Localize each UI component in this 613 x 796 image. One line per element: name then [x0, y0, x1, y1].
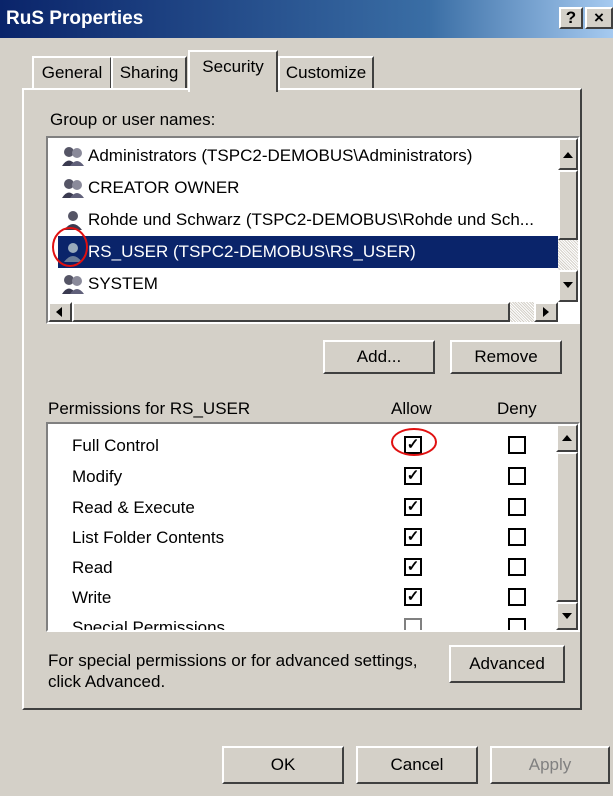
user-name: Administrators (TSPC2-DEMOBUS\Administra…: [88, 146, 473, 165]
list-item[interactable]: CREATOR OWNER: [58, 172, 558, 204]
groups-label: Group or user names:: [50, 110, 216, 129]
allow-header: Allow: [391, 399, 432, 418]
list-item[interactable]: SYSTEM: [58, 268, 558, 300]
deny-checkbox[interactable]: [508, 467, 526, 485]
user-name: RS_USER (TSPC2-DEMOBUS\RS_USER): [88, 242, 416, 261]
allow-checkbox[interactable]: ✓: [404, 558, 422, 576]
arrow-up-icon: [563, 152, 573, 158]
advanced-hint: For special permissions or for advanced …: [48, 651, 418, 691]
permission-name: Write: [72, 588, 112, 607]
group-icon: [62, 275, 84, 294]
list-item[interactable]: Rohde und Schwarz (TSPC2-DEMOBUS\Rohde u…: [58, 204, 558, 236]
arrow-up-icon: [562, 435, 572, 441]
arrow-down-icon: [563, 282, 573, 288]
user-name: Rohde und Schwarz (TSPC2-DEMOBUS\Rohde u…: [88, 210, 534, 229]
allow-checkbox[interactable]: ✓: [404, 498, 422, 516]
arrow-down-icon: [562, 613, 572, 619]
permissions-label: Permissions for RS_USER: [48, 399, 251, 418]
tab-customize[interactable]: Customize: [278, 56, 374, 89]
scroll-thumb[interactable]: [558, 170, 578, 240]
permission-name: Special Permissions: [72, 618, 226, 630]
arrow-right-icon: [543, 307, 549, 317]
list-item[interactable]: Administrators (TSPC2-DEMOBUS\Administra…: [58, 140, 558, 172]
scroll-down-button[interactable]: [558, 270, 578, 302]
annotation-circle: [391, 428, 437, 456]
scroll-thumb[interactable]: [556, 452, 578, 602]
deny-checkbox[interactable]: [508, 588, 526, 606]
remove-button[interactable]: Remove: [450, 340, 562, 374]
allow-checkbox[interactable]: ✓: [404, 588, 422, 606]
advanced-button[interactable]: Advanced: [449, 645, 565, 683]
allow-checkbox[interactable]: [404, 618, 422, 630]
apply-button[interactable]: Apply: [490, 746, 610, 784]
deny-header: Deny: [497, 399, 537, 418]
user-name: SYSTEM: [88, 274, 158, 293]
help-button[interactable]: ?: [559, 7, 583, 29]
deny-checkbox[interactable]: [508, 498, 526, 516]
title-bar: RuS Properties ? ×: [0, 0, 613, 38]
permission-name: Full Control: [72, 436, 159, 455]
ok-button[interactable]: OK: [222, 746, 344, 784]
deny-checkbox[interactable]: [508, 558, 526, 576]
allow-checkbox[interactable]: ✓: [404, 528, 422, 546]
list-item-selected[interactable]: RS_USER (TSPC2-DEMOBUS\RS_USER): [58, 236, 558, 268]
deny-checkbox[interactable]: [508, 528, 526, 546]
tab-sharing[interactable]: Sharing: [111, 56, 187, 89]
group-icon: [62, 147, 84, 166]
user-name: CREATOR OWNER: [88, 178, 240, 197]
close-button[interactable]: ×: [585, 7, 613, 29]
arrow-left-icon: [56, 307, 62, 317]
permission-name: Read & Execute: [72, 498, 195, 517]
window-title: RuS Properties: [6, 8, 144, 29]
permission-name: Modify: [72, 467, 123, 486]
scroll-right-button[interactable]: [534, 302, 558, 322]
permission-name: Read: [72, 558, 113, 577]
annotation-circle: [52, 227, 88, 267]
hscroll-thumb[interactable]: [72, 302, 510, 322]
tab-general[interactable]: General: [32, 56, 112, 89]
deny-checkbox[interactable]: [508, 436, 526, 454]
permission-name: List Folder Contents: [72, 528, 225, 547]
scroll-up-button[interactable]: [556, 424, 578, 452]
cancel-button[interactable]: Cancel: [356, 746, 478, 784]
deny-checkbox[interactable]: [508, 618, 526, 630]
scroll-down-button[interactable]: [556, 602, 578, 630]
add-button[interactable]: Add...: [323, 340, 435, 374]
tab-security[interactable]: Security: [188, 50, 278, 92]
allow-checkbox[interactable]: ✓: [404, 467, 422, 485]
group-icon: [62, 179, 84, 198]
scroll-left-button[interactable]: [48, 302, 72, 322]
scroll-up-button[interactable]: [558, 138, 578, 170]
